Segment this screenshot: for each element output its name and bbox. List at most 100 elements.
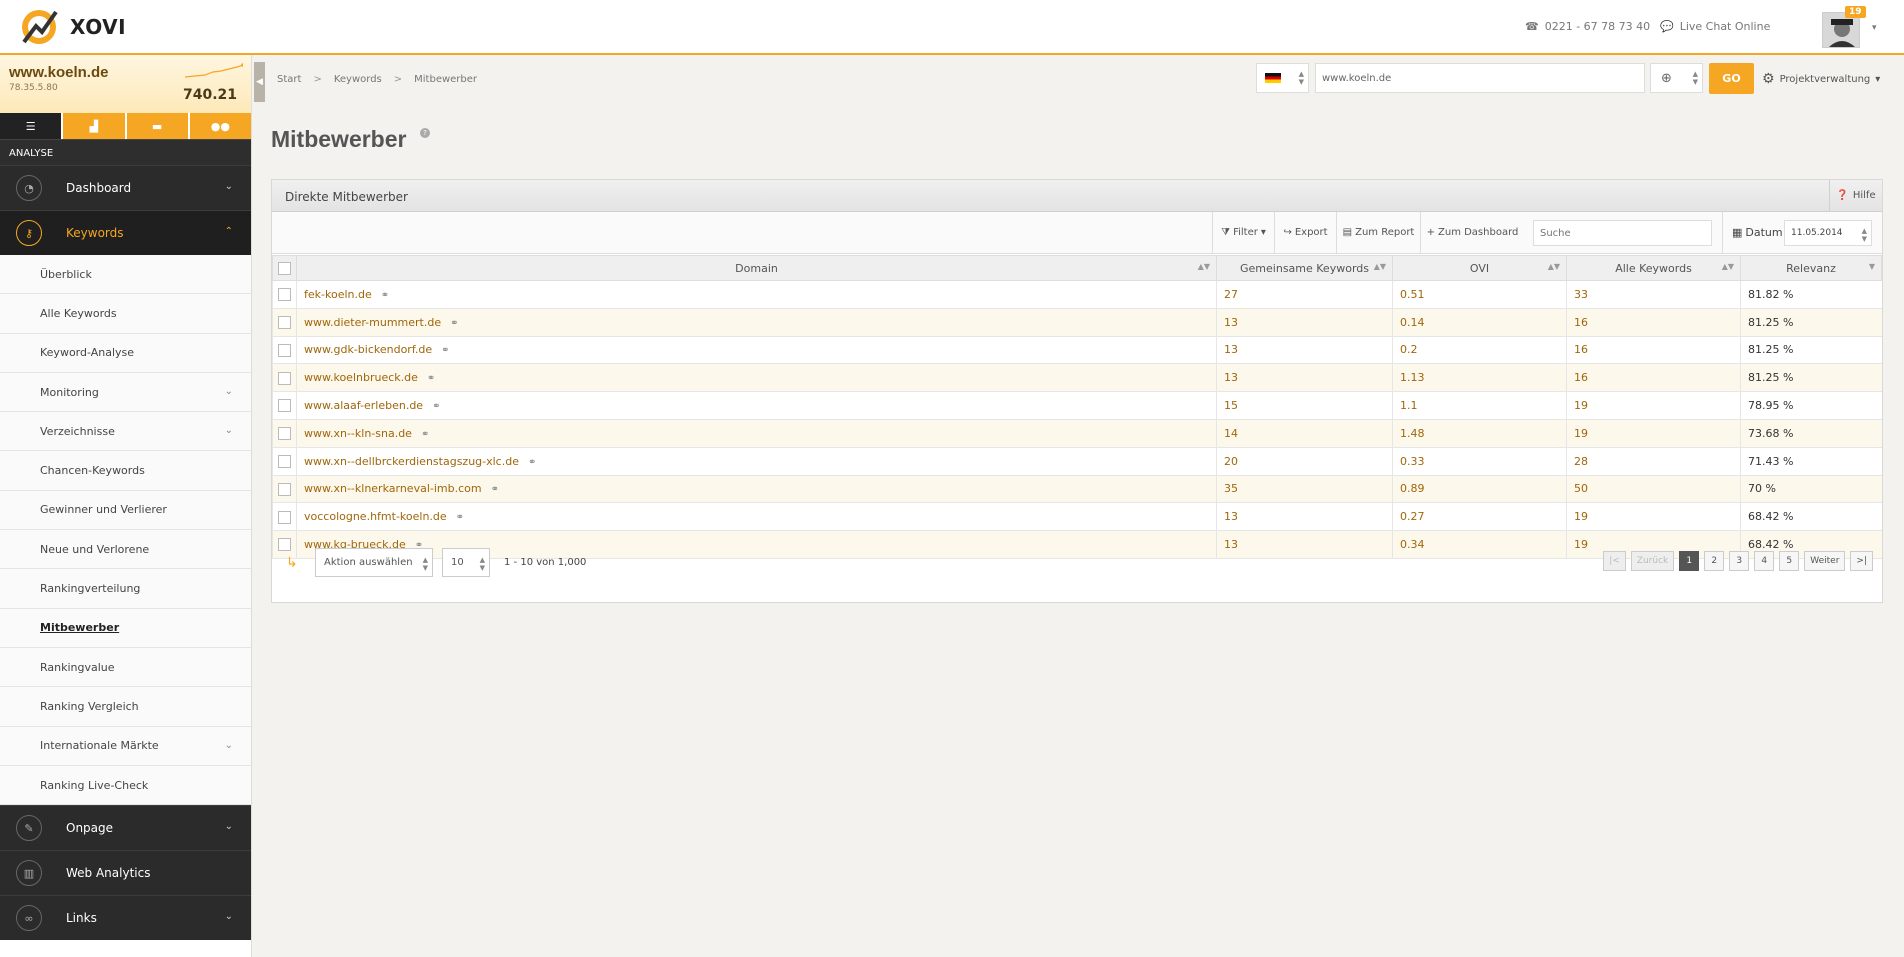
sidebar-subitem-mitbewerber[interactable]: Mitbewerber — [0, 608, 251, 648]
page-last-button[interactable]: >| — [1850, 551, 1873, 571]
sidebar-item-links[interactable]: ∞ Links ⌄ — [0, 895, 251, 941]
live-chat-link[interactable]: 💬 Live Chat Online — [1660, 20, 1770, 33]
page-button-1[interactable]: 1 — [1679, 551, 1700, 571]
row-checkbox[interactable] — [278, 288, 291, 302]
row-select-cell[interactable] — [272, 475, 297, 504]
external-link-icon[interactable]: ⚭ — [450, 318, 458, 329]
go-button[interactable]: GO — [1709, 63, 1754, 94]
external-link-icon[interactable]: ⚭ — [441, 345, 449, 356]
page-button-4[interactable]: 4 — [1754, 551, 1775, 571]
domain-link[interactable]: www.dieter-mummert.de — [304, 316, 441, 329]
report-button[interactable]: ▤ Zum Report — [1336, 212, 1420, 253]
row-checkbox[interactable] — [278, 371, 291, 385]
row-checkbox[interactable] — [278, 454, 291, 468]
bulk-action-select[interactable]: Aktion auswählen ▲ ▼ — [315, 548, 433, 577]
sidebar-collapse-handle[interactable]: ◀ — [254, 62, 265, 102]
page-button-3[interactable]: 3 — [1729, 551, 1750, 571]
sidebar-subitem-alle-keywords[interactable]: Alle Keywords — [0, 294, 251, 334]
tab-folder[interactable]: ▬ — [126, 113, 188, 139]
sidebar-item-onpage[interactable]: ✎ Onpage ⌄ — [0, 805, 251, 851]
tab-users[interactable]: ●● — [189, 113, 251, 139]
external-link-icon[interactable]: ⚭ — [456, 512, 464, 523]
help-button[interactable]: ❓ Hilfe — [1829, 180, 1882, 211]
per-page-select[interactable]: 10 ▲ ▼ — [442, 548, 490, 577]
row-select-cell[interactable] — [272, 308, 297, 337]
row-select-cell[interactable] — [272, 419, 297, 448]
external-link-icon[interactable]: ⚭ — [432, 401, 440, 412]
sidebar-subitem-neue-verlorene[interactable]: Neue und Verlorene — [0, 530, 251, 570]
column-header-relevance[interactable]: Relevanz ▼ — [1740, 255, 1882, 281]
dashboard-button[interactable]: + Zum Dashboard — [1420, 212, 1524, 253]
country-select[interactable]: ▲ ▼ — [1256, 63, 1309, 93]
sidebar-subitem-internationale-maerkte[interactable]: Internationale Märkte ⌄ — [0, 726, 251, 766]
select-all-cell[interactable] — [272, 255, 297, 281]
xovi-logo[interactable]: XOVI — [20, 8, 130, 46]
sidebar-subitem-chancen-keywords[interactable]: Chancen-Keywords — [0, 451, 251, 491]
external-link-icon[interactable]: ⚭ — [421, 429, 429, 440]
external-link-icon[interactable]: ⚭ — [528, 457, 536, 468]
domain-link[interactable]: www.xn--kln-sna.de — [304, 427, 412, 440]
table-row: www.koelnbrueck.de ⚭ 13 1.13 16 81.25 % — [272, 363, 1882, 393]
notification-badge[interactable]: 19 — [1845, 6, 1866, 18]
domain-link[interactable]: www.alaaf-erleben.de — [304, 399, 423, 412]
breadcrumb-start[interactable]: Start — [277, 74, 301, 85]
domain-link[interactable]: voccologne.hfmt-koeln.de — [304, 510, 447, 523]
row-checkbox[interactable] — [278, 343, 291, 357]
column-header-domain[interactable]: Domain ▲▼ — [296, 255, 1217, 281]
sidebar-subitem-ueberblick[interactable]: Überblick — [0, 255, 251, 295]
date-select[interactable]: 11.05.2014 ▲ ▼ — [1784, 220, 1872, 246]
row-select-cell[interactable] — [272, 363, 297, 393]
project-summary[interactable]: www.koeln.de 78.35.5.80 740.21 — [0, 55, 251, 113]
tab-stats[interactable]: ▟ — [63, 113, 125, 139]
row-checkbox[interactable] — [278, 315, 291, 329]
domain-link[interactable]: www.koelnbrueck.de — [304, 371, 418, 384]
row-select-cell[interactable] — [272, 502, 297, 532]
breadcrumb-keywords[interactable]: Keywords — [334, 74, 382, 85]
page-button-5[interactable]: 5 — [1779, 551, 1800, 571]
chevron-down-icon[interactable]: ▾ — [1872, 23, 1877, 33]
domain-link[interactable]: www.gdk-bickendorf.de — [304, 343, 432, 356]
column-header-all-keywords[interactable]: Alle Keywords ▲▼ — [1566, 255, 1741, 281]
row-select-cell[interactable] — [272, 447, 297, 476]
external-link-icon[interactable]: ⚭ — [427, 373, 435, 384]
sidebar-subitem-rankingvalue[interactable]: Rankingvalue — [0, 647, 251, 688]
search-engine-select[interactable]: ⊕ ▲ ▼ — [1650, 63, 1703, 93]
domain-link[interactable]: www.xn--klnerkarneval-imb.com — [304, 482, 482, 495]
sidebar-subitem-rankingverteilung[interactable]: Rankingverteilung — [0, 569, 251, 609]
select-all-checkbox[interactable] — [278, 261, 291, 275]
page-first-button[interactable]: |< — [1603, 551, 1626, 571]
sidebar-subitem-label: Überblick — [40, 267, 92, 281]
domain-input[interactable] — [1315, 63, 1645, 93]
sidebar-subitem-gewinner-verlierer[interactable]: Gewinner und Verlierer — [0, 490, 251, 531]
row-checkbox[interactable] — [278, 482, 291, 496]
help-icon[interactable]: ? — [420, 128, 430, 138]
page-button-2[interactable]: 2 — [1704, 551, 1725, 571]
row-select-cell[interactable] — [272, 280, 297, 309]
page-next-button[interactable]: Weiter — [1804, 551, 1846, 571]
row-select-cell[interactable] — [272, 336, 297, 365]
sidebar-subitem-ranking-vergleich[interactable]: Ranking Vergleich — [0, 687, 251, 727]
domain-link[interactable]: www.xn--dellbrckerdienstagszug-xlc.de — [304, 455, 519, 468]
search-input[interactable] — [1533, 220, 1712, 246]
row-checkbox[interactable] — [278, 510, 291, 524]
sidebar-subitem-monitoring[interactable]: Monitoring ⌄ — [0, 372, 251, 413]
row-checkbox[interactable] — [278, 427, 291, 441]
page-prev-button[interactable]: Zurück — [1630, 551, 1675, 571]
filter-button[interactable]: ⧩ Filter ▾ — [1212, 212, 1274, 253]
column-header-common-keywords[interactable]: Gemeinsame Keywords ▲▼ — [1216, 255, 1393, 281]
external-link-icon[interactable]: ⚭ — [491, 484, 499, 495]
sidebar-item-keywords[interactable]: ⚷ Keywords ⌃ — [0, 210, 251, 255]
sidebar-subitem-ranking-live-check[interactable]: Ranking Live-Check — [0, 765, 251, 806]
tab-list[interactable]: ☰ — [0, 113, 62, 139]
project-management-menu[interactable]: ⚙ Projektverwaltung ▾ — [1762, 71, 1880, 87]
row-select-cell[interactable] — [272, 391, 297, 420]
sidebar-item-web-analytics[interactable]: ▥ Web Analytics — [0, 850, 251, 896]
row-checkbox[interactable] — [278, 399, 291, 413]
external-link-icon[interactable]: ⚭ — [381, 290, 389, 301]
column-header-ovi[interactable]: OVI ▲▼ — [1392, 255, 1567, 281]
sidebar-item-dashboard[interactable]: ◔ Dashboard ⌄ — [0, 165, 251, 210]
sidebar-subitem-verzeichnisse[interactable]: Verzeichnisse ⌄ — [0, 412, 251, 452]
domain-link[interactable]: fek-koeln.de — [304, 288, 372, 301]
sidebar-subitem-keyword-analyse[interactable]: Keyword-Analyse — [0, 333, 251, 373]
export-button[interactable]: ↪ Export — [1274, 212, 1336, 253]
